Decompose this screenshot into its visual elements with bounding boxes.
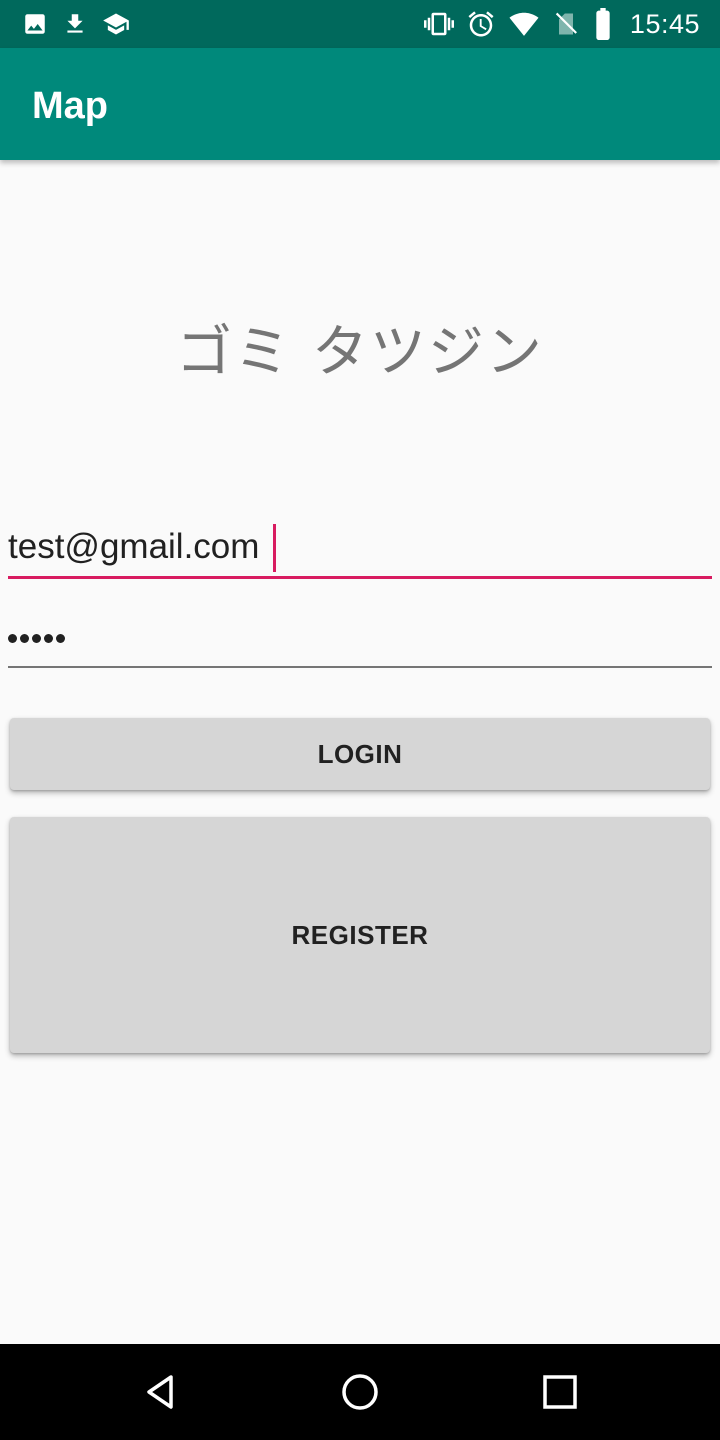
text-cursor [273, 524, 276, 572]
alarm-icon [466, 9, 496, 39]
login-button[interactable]: LOGIN [10, 718, 710, 790]
register-button[interactable]: REGISTER [10, 817, 710, 1053]
app-bar: Map [0, 48, 720, 160]
password-field[interactable] [8, 606, 712, 668]
email-field-underline [8, 576, 712, 579]
recents-button[interactable] [536, 1368, 584, 1416]
back-icon [147, 1375, 173, 1409]
app-heading: ゴミ タツジン [176, 320, 544, 385]
image-icon [22, 11, 48, 37]
school-icon [102, 10, 130, 38]
download-icon [62, 11, 88, 37]
status-bar: 15:45 [0, 0, 720, 48]
back-button[interactable] [136, 1368, 184, 1416]
clock: 15:45 [629, 8, 700, 39]
recents-icon [543, 1375, 577, 1409]
home-icon [342, 1374, 378, 1410]
app-title: Map [32, 85, 108, 127]
password-field-container[interactable] [8, 606, 712, 670]
system-icons: 15:45 [423, 8, 700, 40]
no-sim-icon [552, 9, 580, 39]
wifi-icon [508, 9, 540, 39]
password-field-underline [8, 666, 712, 668]
notification-icons [22, 10, 130, 38]
navigation-bar [0, 1344, 720, 1440]
email-field-container [8, 516, 712, 580]
vibrate-icon [423, 9, 454, 39]
email-field[interactable] [8, 516, 712, 578]
home-button[interactable] [336, 1368, 384, 1416]
login-screen: 15:45 Map ゴミ タツジン LOGIN REGISTER [0, 0, 720, 1440]
battery-icon [592, 8, 614, 40]
